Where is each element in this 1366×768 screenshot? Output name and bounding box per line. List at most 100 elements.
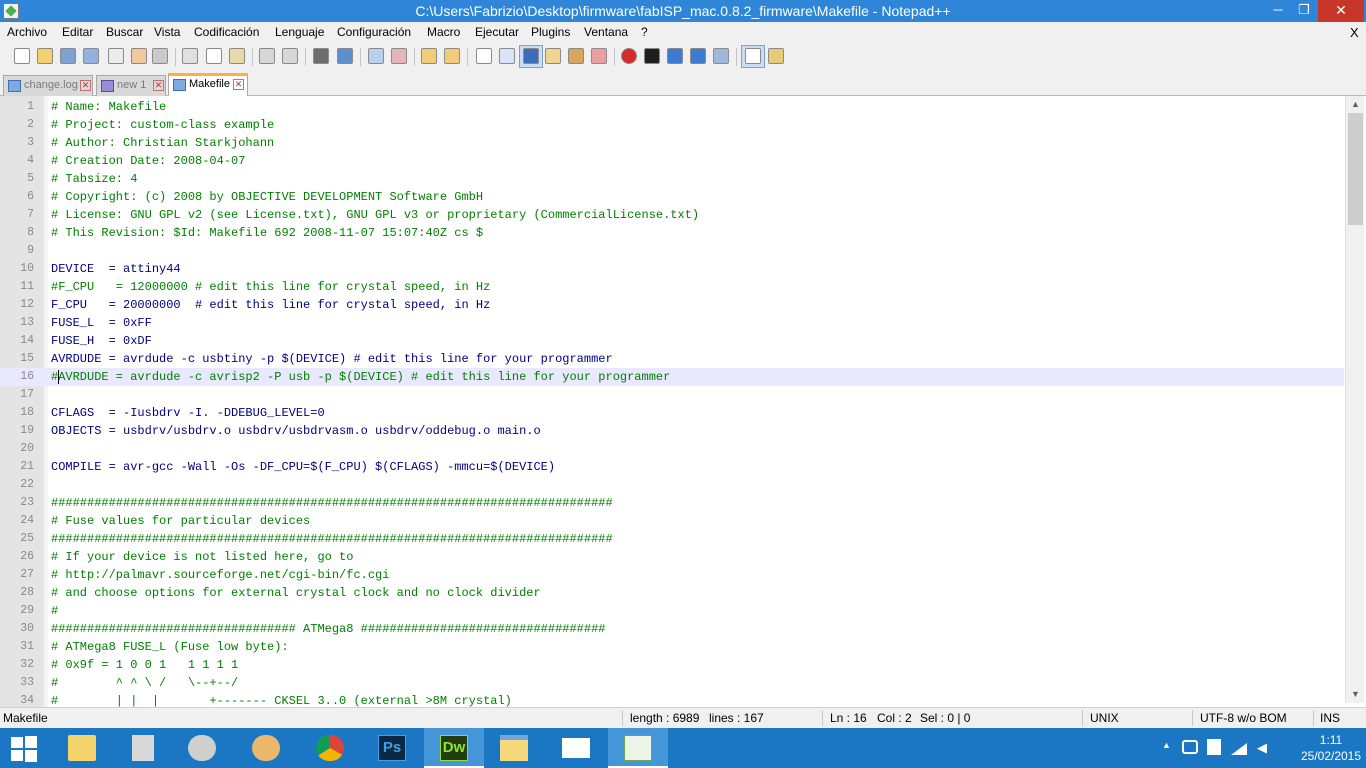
code-line[interactable]: 29 #	[0, 602, 1344, 620]
code-line[interactable]: 30 ################################## ATM…	[0, 620, 1344, 638]
code-line[interactable]: 33 # ^ ^ \ / \--+--/	[0, 674, 1344, 692]
scroll-up-arrow-icon[interactable]: ▲	[1346, 96, 1365, 113]
taskbar-paint-app[interactable]	[236, 728, 296, 768]
code-line[interactable]: 2 # Project: custom-class example	[0, 116, 1344, 134]
taskbar-file-explorer-app[interactable]	[484, 728, 544, 768]
code-line[interactable]: 32 # 0x9f = 1 0 0 1 1 1 1 1	[0, 656, 1344, 674]
run-macro-multiple-icon[interactable]	[690, 48, 706, 64]
code-line[interactable]: 6 # Copyright: (c) 2008 by OBJECTIVE DEVE…	[0, 188, 1344, 206]
paste-icon[interactable]	[229, 48, 245, 64]
menu-archivo[interactable]: Archivo	[7, 25, 47, 41]
taskbar-mail-app[interactable]	[546, 728, 606, 768]
redo-icon[interactable]	[282, 48, 298, 64]
code-line[interactable]: 26 # If your device is not listed here, g…	[0, 548, 1344, 566]
scroll-down-arrow-icon[interactable]: ▼	[1346, 686, 1365, 703]
find-icon[interactable]	[313, 48, 329, 64]
spell-check-icon[interactable]	[745, 48, 761, 64]
code-line[interactable]: 5 # Tabsize: 4	[0, 170, 1344, 188]
code-line[interactable]: 15 AVRDUDE = avrdude -c usbtiny -p $(DEVI…	[0, 350, 1344, 368]
code-line[interactable]: 1 # Name: Makefile	[0, 98, 1344, 116]
menu-lenguaje[interactable]: Lenguaje	[275, 25, 324, 41]
stop-recording-icon[interactable]	[644, 48, 660, 64]
zoom-out-icon[interactable]	[391, 48, 407, 64]
code-line[interactable]: 16 #AVRDUDE = avrdude -c avrisp2 -P usb -…	[0, 368, 1344, 386]
code-line[interactable]: 8 # This Revision: $Id: Makefile 692 2008…	[0, 224, 1344, 242]
code-line[interactable]: 14 FUSE_H = 0xDF	[0, 332, 1344, 350]
code-line[interactable]: 9	[0, 242, 1344, 260]
taskbar-paint-tool-app[interactable]	[172, 728, 232, 768]
code-line[interactable]: 34 # | | | +------- CKSEL 3..0 (external …	[0, 692, 1344, 707]
tab-close-icon[interactable]: ✕	[233, 79, 244, 90]
code-line[interactable]: 12 F_CPU = 20000000 # edit this line for …	[0, 296, 1344, 314]
tab-new-1[interactable]: new 1 ✕	[96, 75, 166, 96]
code-line[interactable]: 21 COMPILE = avr-gcc -Wall -Os -DF_CPU=$(…	[0, 458, 1344, 476]
cut-icon[interactable]	[182, 48, 198, 64]
show-all-characters-icon[interactable]	[499, 48, 515, 64]
function-list-icon[interactable]	[591, 48, 607, 64]
sync-vertical-scroll-icon[interactable]	[421, 48, 437, 64]
code-line[interactable]: 20	[0, 440, 1344, 458]
document-map-icon[interactable]	[568, 48, 584, 64]
code-line[interactable]: 31 # ATMega8 FUSE_L (Fuse low byte):	[0, 638, 1344, 656]
replace-icon[interactable]	[337, 48, 353, 64]
vertical-scrollbar[interactable]: ▲ ▼	[1345, 96, 1364, 703]
code-line[interactable]: 10 DEVICE = attiny44	[0, 260, 1344, 278]
word-wrap-icon[interactable]	[476, 48, 492, 64]
scrollbar-thumb[interactable]	[1348, 113, 1363, 225]
menu-buscar[interactable]: Buscar	[106, 25, 143, 41]
save-icon[interactable]	[60, 48, 76, 64]
code-line[interactable]: 27 # http://palmavr.sourceforge.net/cgi-b…	[0, 566, 1344, 584]
menu-vista[interactable]: Vista	[154, 25, 180, 41]
tab-change-log[interactable]: change.log ✕	[3, 75, 93, 96]
close-file-icon[interactable]	[108, 48, 124, 64]
record-macro-icon[interactable]	[621, 48, 637, 64]
code-line[interactable]: 18 CFLAGS = -Iusbdrv -I. -DDEBUG_LEVEL=0	[0, 404, 1344, 422]
taskbar-dreamweaver-app[interactable]: Dw	[424, 728, 484, 768]
code-editor[interactable]: 1 # Name: Makefile 2 # Project: custom-clas…	[0, 96, 1366, 707]
code-line[interactable]: 7 # License: GNU GPL v2 (see License.txt)…	[0, 206, 1344, 224]
taskbar-chrome-app[interactable]	[300, 728, 360, 768]
print-icon[interactable]	[152, 48, 168, 64]
taskbar-folder-app[interactable]	[52, 728, 112, 768]
menu-ejecutar[interactable]: Ejecutar	[475, 25, 519, 41]
code-line[interactable]: 24 # Fuse values for particular devices	[0, 512, 1344, 530]
code-line[interactable]: 19 OBJECTS = usbdrv/usbdrv.o usbdrv/usbdr…	[0, 422, 1344, 440]
code-area[interactable]: 1 # Name: Makefile 2 # Project: custom-clas…	[0, 98, 1344, 707]
menu-macro[interactable]: Macro	[427, 25, 460, 41]
menu-codificacion[interactable]: Codificación	[194, 25, 259, 41]
save-all-icon[interactable]	[83, 48, 99, 64]
close-all-icon[interactable]	[131, 48, 147, 64]
taskbar-notepad-plus-plus-app[interactable]	[608, 728, 668, 768]
menu-configuracion[interactable]: Configuración	[337, 25, 411, 41]
code-line[interactable]: 13 FUSE_L = 0xFF	[0, 314, 1344, 332]
close-document-button[interactable]: X	[1350, 25, 1359, 40]
tab-makefile[interactable]: Makefile ✕	[168, 73, 248, 97]
new-file-icon[interactable]	[14, 48, 30, 64]
menu-ventana[interactable]: Ventana	[584, 25, 628, 41]
user-defined-language-icon[interactable]	[545, 48, 561, 64]
tab-close-icon[interactable]: ✕	[153, 80, 164, 91]
taskbar-photoshop-app[interactable]: Ps	[362, 728, 422, 768]
indent-guide-icon[interactable]	[523, 48, 539, 64]
copy-icon[interactable]	[206, 48, 222, 64]
system-clock[interactable]: 1:11 25/02/2015	[1300, 732, 1362, 764]
windows-start-icon[interactable]	[10, 736, 38, 762]
close-window-button[interactable]: ✕	[1318, 0, 1364, 22]
battery-icon[interactable]	[1207, 739, 1221, 755]
network-signal-icon[interactable]	[1231, 741, 1247, 755]
menu-help[interactable]: ?	[641, 25, 648, 41]
code-line[interactable]: 17	[0, 386, 1344, 404]
sync-horizontal-scroll-icon[interactable]	[444, 48, 460, 64]
code-line[interactable]: 4 # Creation Date: 2008-04-07	[0, 152, 1344, 170]
code-line[interactable]: 3 # Author: Christian Starkjohann	[0, 134, 1344, 152]
tab-close-icon[interactable]: ✕	[80, 80, 91, 91]
code-line[interactable]: 23 ######################################…	[0, 494, 1344, 512]
menu-plugins[interactable]: Plugins	[531, 25, 570, 41]
spell-check-options-icon[interactable]	[768, 48, 784, 64]
code-line[interactable]: 22	[0, 476, 1344, 494]
code-line[interactable]: 11 #F_CPU = 12000000 # edit this line for…	[0, 278, 1344, 296]
save-macro-icon[interactable]	[713, 48, 729, 64]
taskbar-calculator-app[interactable]	[112, 728, 172, 768]
sync-icon[interactable]	[1182, 740, 1198, 754]
minimize-button[interactable]: ─	[1265, 0, 1291, 22]
